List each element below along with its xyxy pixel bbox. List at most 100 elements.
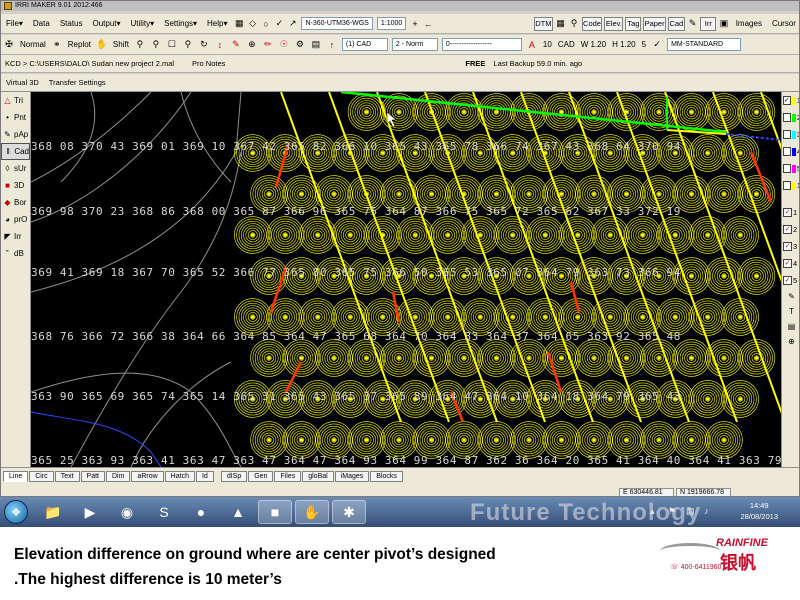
- layers-icon[interactable]: ▤: [309, 38, 323, 52]
- rotate-icon[interactable]: ↻: [197, 38, 211, 52]
- height-field[interactable]: H 1.20: [609, 40, 639, 49]
- h-num-field[interactable]: 5: [639, 40, 649, 49]
- chrome-icon[interactable]: ◉: [110, 500, 144, 524]
- option-checkbox[interactable]: ✓: [783, 242, 792, 251]
- tab-transfer-settings[interactable]: Transfer Settings: [44, 78, 111, 87]
- zoom-icon[interactable]: ⚲: [568, 17, 579, 31]
- elev-button[interactable]: Elev.: [604, 16, 624, 31]
- shift-icon[interactable]: ✋: [95, 38, 109, 52]
- layer-item-6[interactable]: 1: [782, 177, 799, 194]
- left-item-tri[interactable]: △ Tri: [1, 92, 30, 109]
- clock[interactable]: 14:49 28/08/2013: [740, 500, 778, 522]
- images-menu[interactable]: Images: [731, 16, 767, 32]
- option-checkbox[interactable]: ✓: [783, 225, 792, 234]
- folder-icon[interactable]: 📁: [36, 500, 70, 524]
- grid2-icon[interactable]: ▦: [555, 17, 566, 31]
- tray-arrow-icon[interactable]: ▴: [650, 506, 655, 517]
- font-select[interactable]: MM-STANDARD: [667, 38, 742, 51]
- option-check-4[interactable]: ✓ 4: [782, 255, 799, 272]
- normal-button[interactable]: Normal: [17, 40, 49, 49]
- projection-select[interactable]: N-360-UTM36-WGS: [301, 17, 373, 30]
- paper-button[interactable]: Paper: [643, 16, 666, 31]
- menu-status[interactable]: Status: [55, 16, 88, 32]
- grid-icon[interactable]: ▦: [234, 17, 245, 31]
- option-check-3[interactable]: ✓ 3: [782, 238, 799, 255]
- pencil-icon[interactable]: ✎: [782, 289, 799, 304]
- snap-icon[interactable]: ⊕: [245, 38, 259, 52]
- left-item-pap[interactable]: ✎ pAp: [1, 126, 30, 143]
- bottom-tab-id[interactable]: Id: [195, 471, 214, 482]
- left-item-cad[interactable]: ‖ Cad: [1, 143, 30, 160]
- bottom-tab-files[interactable]: Files: [274, 471, 302, 482]
- menu-file[interactable]: File ▾: [1, 16, 28, 32]
- layer-checkbox[interactable]: [783, 130, 791, 139]
- left-item-sur[interactable]: ◊ sUr: [1, 160, 30, 177]
- diamond-icon[interactable]: ◇: [247, 17, 258, 31]
- option-checkbox[interactable]: ✓: [783, 259, 792, 268]
- circle-icon[interactable]: ○: [260, 17, 271, 31]
- irrimaker-icon[interactable]: ✱: [332, 500, 366, 524]
- tag-button[interactable]: Tag: [625, 16, 642, 31]
- volume-icon[interactable]: ♪: [704, 506, 709, 516]
- media-icon[interactable]: ▶: [73, 500, 107, 524]
- left-item-bor[interactable]: ◆ Bor: [1, 194, 30, 211]
- bottom-tab-gen[interactable]: Gen: [248, 471, 274, 482]
- option-check-2[interactable]: ✓ 2: [782, 221, 799, 238]
- monitor-icon[interactable]: ▣: [718, 17, 729, 31]
- zoom-extents-icon[interactable]: ⚲: [181, 38, 195, 52]
- layer-checkbox[interactable]: ✓: [783, 96, 791, 105]
- bottom-tab-global[interactable]: gloBal: [302, 471, 334, 482]
- drawing-canvas[interactable]: 368 08 370 43 369 01 369 10 367 42 365 8…: [31, 92, 781, 467]
- plus-icon[interactable]: +: [409, 17, 420, 31]
- option-check-1[interactable]: ✓ 1: [782, 204, 799, 221]
- menu-utility[interactable]: Utility ▾: [126, 16, 160, 32]
- flag-icon[interactable]: ⚑: [668, 506, 676, 517]
- text-icon[interactable]: A: [525, 38, 539, 52]
- check-icon[interactable]: ✓: [274, 17, 285, 31]
- dtm-button[interactable]: DTM: [533, 16, 553, 31]
- irr-button[interactable]: Irr: [700, 16, 717, 31]
- menu-settings[interactable]: Settings ▾: [159, 16, 202, 32]
- scale-field[interactable]: 1:1000: [376, 17, 407, 30]
- gear-icon[interactable]: ⚙: [293, 38, 307, 52]
- bottom-tab-hatch[interactable]: Hatch: [164, 471, 195, 482]
- text-height-field[interactable]: 10: [540, 40, 555, 49]
- dimension-icon[interactable]: ↕: [213, 38, 227, 52]
- network-icon[interactable]: ▤: [686, 506, 695, 517]
- bottom-tab-patt[interactable]: Patt: [80, 471, 105, 482]
- arrow-up-icon[interactable]: ↑: [325, 38, 339, 52]
- bottom-tab-images[interactable]: iMages: [334, 471, 370, 482]
- width-field[interactable]: W 1.20: [578, 40, 609, 49]
- option-checkbox[interactable]: ✓: [783, 208, 792, 217]
- left-item-pnt[interactable]: • Pnt: [1, 109, 30, 126]
- bottom-tab-text[interactable]: Text: [54, 471, 80, 482]
- cad-layer-select[interactable]: (1) CAD: [341, 38, 388, 51]
- layer-checkbox[interactable]: [783, 164, 791, 173]
- paint-icon[interactable]: ✋: [295, 500, 329, 524]
- hatch-icon[interactable]: ▤: [782, 319, 799, 334]
- arrow-icon[interactable]: ↗: [287, 17, 298, 31]
- layer-item-4[interactable]: 4: [782, 143, 799, 160]
- option-checkbox[interactable]: ✓: [783, 276, 792, 285]
- left-item-3d[interactable]: ■ 3D: [1, 177, 30, 194]
- zoom-out-icon[interactable]: ⚲: [149, 38, 163, 52]
- canvas-svg[interactable]: 368 08 370 43 369 01 369 10 367 42 365 8…: [31, 92, 781, 467]
- option-check-5[interactable]: ✓ 5: [782, 272, 799, 289]
- bottom-tab-dim[interactable]: Dim: [105, 471, 131, 482]
- layer-item-3[interactable]: 3: [782, 126, 799, 143]
- layer-item-5[interactable]: 5: [782, 160, 799, 177]
- pen-icon[interactable]: ✎: [229, 38, 243, 52]
- bottom-tab-blocks[interactable]: Blocks: [370, 471, 403, 482]
- bottom-tab-line[interactable]: Line: [3, 471, 29, 482]
- layer-checkbox[interactable]: [783, 113, 791, 122]
- layer-checkbox[interactable]: [783, 147, 791, 156]
- tab-virtual-3d[interactable]: Virtual 3D: [1, 78, 44, 87]
- layer-item-2[interactable]: 2: [782, 109, 799, 126]
- norm-select[interactable]: 2 - Norm: [391, 38, 438, 51]
- layer-checkbox[interactable]: [783, 181, 791, 190]
- menu-help[interactable]: Help ▾: [202, 16, 232, 32]
- font-icon[interactable]: ✓: [650, 38, 664, 52]
- replot-icon[interactable]: ⚭: [50, 38, 64, 52]
- menu-output[interactable]: Output ▾: [88, 16, 126, 32]
- zoom-in-icon[interactable]: ⚲: [133, 38, 147, 52]
